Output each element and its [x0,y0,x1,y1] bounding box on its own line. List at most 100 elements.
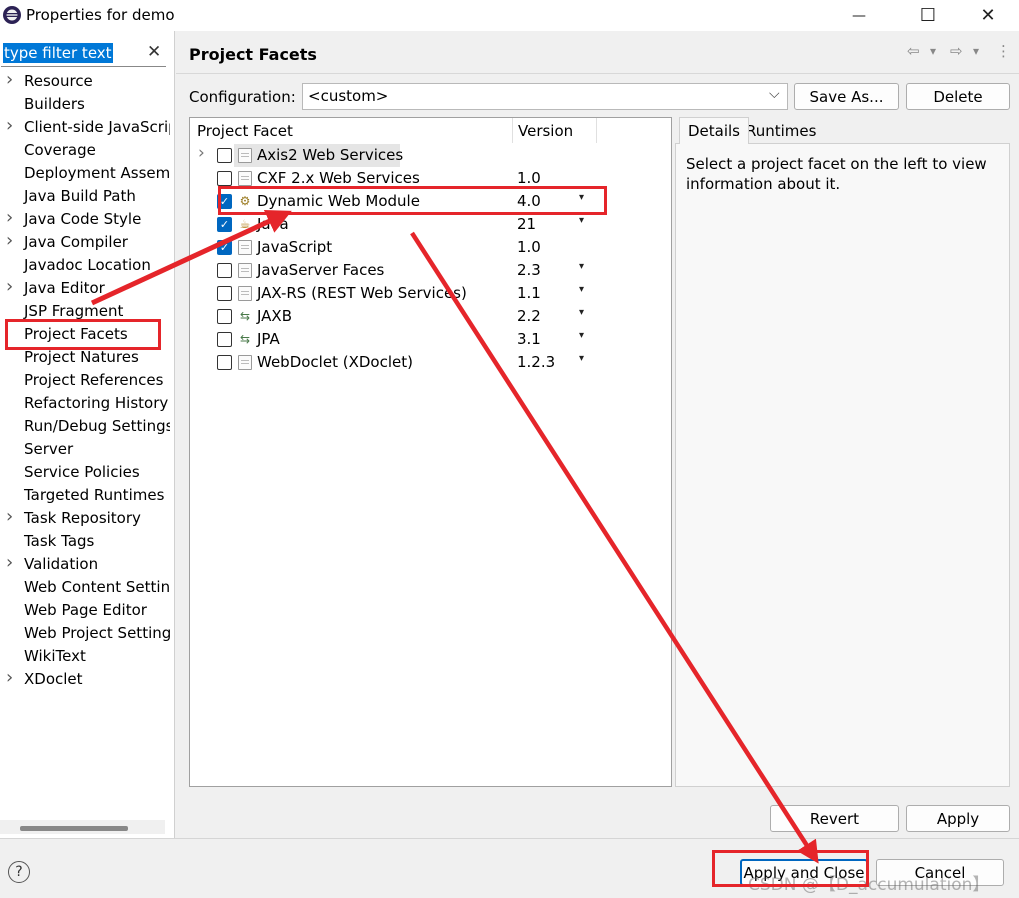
back-menu-icon[interactable]: ▾ [930,44,936,58]
left-scrollbar-thumb[interactable] [20,826,128,831]
nav-item[interactable]: WikiText [0,646,170,669]
facet-row[interactable]: JavaServer Faces 2.3 ▾ [190,259,671,282]
facet-checkbox[interactable] [217,263,232,278]
facet-row[interactable]: JAX-RS (REST Web Services) 1.1 ▾ [190,282,671,305]
nav-item[interactable]: Refactoring History [0,393,170,416]
chevron-right-icon[interactable]: › [6,71,13,90]
facet-version[interactable]: 2.2 [517,307,541,325]
facet-checkbox[interactable] [217,332,232,347]
facet-row[interactable]: ✓ ⚙ Dynamic Web Module 4.0 ▾ [190,190,671,213]
nav-item[interactable]: › Resource [0,71,170,94]
nav-item[interactable]: Java Build Path [0,186,170,209]
facet-name: JavaServer Faces [257,261,385,279]
chevron-right-icon[interactable]: › [6,209,13,228]
nav-item[interactable]: › Task Repository [0,508,170,531]
nav-item[interactable]: › Java Editor [0,278,170,301]
version-dropdown-icon[interactable]: ▾ [579,284,584,295]
facet-checkbox[interactable] [217,355,232,370]
facet-row[interactable]: ✓ ☕ Java 21 ▾ [190,213,671,236]
minimize-button[interactable]: — [836,0,882,31]
document-icon [238,263,252,278]
facet-checkbox[interactable] [217,148,232,163]
back-icon[interactable]: ⇦ [907,42,920,60]
facet-version[interactable]: 2.3 [517,261,541,279]
facet-checkbox[interactable]: ✓ [217,217,232,232]
facet-row[interactable]: ⇆ JPA 3.1 ▾ [190,328,671,351]
chevron-right-icon[interactable]: › [6,554,13,573]
nav-item-label: Java Code Style [24,210,142,228]
filter-input[interactable]: type filter text ✕ [1,41,166,67]
column-header-facet[interactable]: Project Facet [197,122,293,140]
forward-icon[interactable]: ⇨ [950,42,963,60]
column-header-version[interactable]: Version [518,122,573,140]
close-button[interactable]: ✕ [965,0,1011,31]
version-dropdown-icon[interactable]: ▾ [579,330,584,341]
facet-version[interactable]: 4.0 [517,192,541,210]
nav-item[interactable]: Targeted Runtimes [0,485,170,508]
chevron-right-icon[interactable]: › [6,117,13,136]
facet-row[interactable]: CXF 2.x Web Services 1.0 [190,167,671,190]
help-icon[interactable]: ? [8,861,30,883]
nav-item[interactable]: › Java Code Style [0,209,170,232]
facet-checkbox[interactable] [217,286,232,301]
save-as-button[interactable]: Save As... [794,83,899,110]
nav-item[interactable]: › Java Compiler [0,232,170,255]
column-separator[interactable] [596,118,597,143]
nav-item[interactable]: Builders [0,94,170,117]
nav-item[interactable]: Web Page Editor [0,600,170,623]
revert-button[interactable]: Revert [770,805,899,832]
chevron-right-icon[interactable]: › [6,232,13,251]
forward-menu-icon[interactable]: ▾ [973,44,979,58]
facet-version[interactable]: 21 [517,215,536,233]
nav-item[interactable]: Web Project Settings [0,623,170,646]
nav-item[interactable]: › Validation [0,554,170,577]
nav-item[interactable]: Web Content Settings [0,577,170,600]
nav-item[interactable]: › XDoclet [0,669,170,692]
nav-item[interactable]: Project Natures [0,347,170,370]
chevron-right-icon[interactable]: › [6,669,13,688]
facet-version[interactable]: 3.1 [517,330,541,348]
chevron-right-icon[interactable]: › [198,143,205,163]
column-separator[interactable] [512,118,513,143]
nav-item[interactable]: Project References [0,370,170,393]
tab-details[interactable]: Details [679,117,750,144]
version-dropdown-icon[interactable]: ▾ [579,307,584,318]
maximize-button[interactable]: ☐ [905,0,951,31]
more-icon[interactable]: ⋮ [996,42,1011,60]
facet-checkbox[interactable]: ✓ [217,240,232,255]
facet-row[interactable]: ✓ JavaScript 1.0 [190,236,671,259]
apply-button[interactable]: Apply [906,805,1010,832]
nav-item[interactable]: Coverage [0,140,170,163]
facet-checkbox[interactable] [217,309,232,324]
nav-item[interactable]: Deployment Assembly [0,163,170,186]
nav-item[interactable]: Server [0,439,170,462]
nav-item[interactable]: JSP Fragment [0,301,170,324]
version-dropdown-icon[interactable]: ▾ [579,192,584,203]
facet-row[interactable]: ⇆ JAXB 2.2 ▾ [190,305,671,328]
delete-button[interactable]: Delete [906,83,1010,110]
nav-item[interactable]: Javadoc Location [0,255,170,278]
maximize-icon: ☐ [919,5,937,26]
facet-checkbox[interactable]: ✓ [217,194,232,209]
chevron-right-icon[interactable]: › [6,508,13,527]
version-dropdown-icon[interactable]: ▾ [579,215,584,226]
facet-row[interactable]: › Axis2 Web Services [198,143,403,167]
nav-item[interactable]: Task Tags [0,531,170,554]
nav-item-label: Java Editor [24,279,105,297]
facet-version[interactable]: 1.2.3 [517,353,555,371]
tab-runtimes[interactable]: Runtimes [738,117,824,144]
configuration-select[interactable]: <custom> ⌵ [302,83,788,110]
version-dropdown-icon[interactable]: ▾ [579,261,584,272]
document-icon [238,286,252,301]
clear-filter-icon[interactable]: ✕ [147,42,161,62]
facet-row[interactable]: WebDoclet (XDoclet) 1.2.3 ▾ [190,351,671,374]
chevron-right-icon[interactable]: › [6,278,13,297]
facet-name: JAXB [257,307,292,325]
nav-item[interactable]: Run/Debug Settings [0,416,170,439]
facet-checkbox[interactable] [217,171,232,186]
facet-version[interactable]: 1.1 [517,284,541,302]
nav-item[interactable]: Service Policies [0,462,170,485]
nav-item[interactable]: Project Facets [0,324,170,347]
nav-item[interactable]: › Client-side JavaScript [0,117,170,140]
version-dropdown-icon[interactable]: ▾ [579,353,584,364]
